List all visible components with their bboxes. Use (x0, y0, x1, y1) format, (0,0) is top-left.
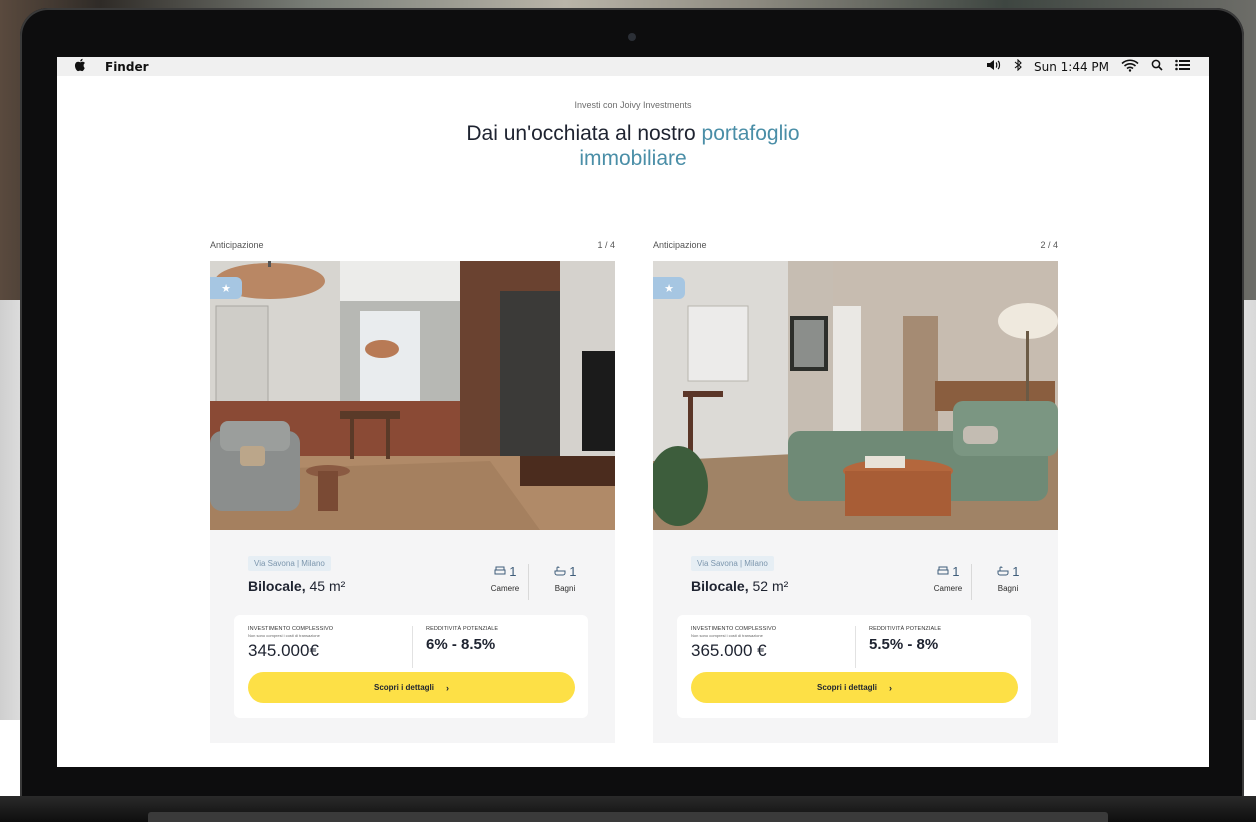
investment-divider (855, 626, 856, 668)
baths-count: 1 (569, 564, 577, 579)
card-counter: 2 / 4 (1040, 240, 1058, 250)
menu-clock[interactable]: Sun 1:44 PM (1034, 60, 1109, 74)
details-button-label: Scopri i dettagli (816, 683, 877, 692)
card-tag: Anticipazione (653, 240, 707, 250)
search-icon[interactable] (1151, 59, 1163, 74)
details-button[interactable]: Scopri i dettagli › (691, 672, 1018, 703)
investment-note: Non sono compresi i costi di transazione (691, 633, 763, 638)
laptop-base-lip (148, 812, 1108, 822)
investment-price: 365.000 € (691, 641, 767, 660)
list-icon[interactable] (1175, 59, 1191, 74)
star-icon: ★ (653, 277, 685, 299)
bed-icon (494, 566, 506, 575)
details-button[interactable]: Scopri i dettagli › (248, 672, 575, 703)
baths-feature: 1 Bagni (540, 564, 590, 593)
address-tag: Via Savona | Milano (248, 556, 331, 571)
bed-icon (937, 566, 949, 575)
menu-app-name[interactable]: Finder (105, 60, 149, 74)
baths-label: Bagni (997, 584, 1019, 593)
headline-accent-1: portafoglio (701, 122, 800, 145)
headline-accent-2: immobiliare (579, 147, 687, 170)
apple-logo-icon[interactable] (73, 58, 87, 76)
bathtub-icon (554, 566, 566, 576)
feature-divider (971, 564, 972, 600)
rooms-feature: 1 Camere (480, 564, 530, 593)
webcam (628, 33, 636, 41)
property-type: Bilocale, (248, 578, 306, 594)
property-size: 52 m² (748, 578, 789, 594)
card-tag: Anticipazione (210, 240, 264, 250)
property-title: Bilocale, 52 m² (691, 578, 788, 594)
chevron-right-icon: › (889, 682, 892, 693)
menu-bar: Finder Sun 1:44 PM (57, 57, 1209, 76)
investment-divider (412, 626, 413, 668)
property-card[interactable]: Anticipazione 2 / 4 ★ Via Savona | Milan… (653, 240, 1058, 743)
star-icon: ★ (210, 277, 242, 299)
investment-total: INVESTIMENTO COMPLESSIVO Non sono compre… (248, 626, 333, 661)
feature-divider (528, 564, 529, 600)
yield-label: REDDITIVITÀ POTENZIALE (426, 626, 499, 632)
property-photo[interactable]: ★ (653, 261, 1058, 530)
bathtub-icon (997, 566, 1009, 576)
rooms-feature: 1 Camere (923, 564, 973, 593)
card-counter: 1 / 4 (597, 240, 615, 250)
card-header: Anticipazione 1 / 4 (210, 240, 615, 261)
chevron-right-icon: › (446, 682, 449, 693)
property-type: Bilocale, (691, 578, 749, 594)
details-button-label: Scopri i dettagli (373, 683, 434, 692)
property-size: 45 m² (305, 578, 346, 594)
baths-feature: 1 Bagni (983, 564, 1033, 593)
card-info: Via Savona | Milano Bilocale, 52 m² 1 Ca… (653, 530, 1058, 743)
menu-status-area: Sun 1:44 PM (986, 58, 1191, 75)
hero-eyebrow: Investi con Joivy Investments (574, 100, 692, 110)
bluetooth-icon[interactable] (1014, 58, 1022, 74)
investment-note: Non sono compresi i costi di transazione (248, 633, 320, 638)
baths-count: 1 (1012, 564, 1020, 579)
yield-value: 5.5% - 8% (869, 636, 939, 653)
property-photo[interactable]: ★ (210, 261, 615, 530)
wifi-icon[interactable] (1121, 59, 1139, 75)
volume-icon[interactable] (986, 59, 1002, 74)
laptop-screen: Finder Sun 1:44 PM Investi con Joivy Inv… (57, 57, 1209, 767)
address-tag: Via Savona | Milano (691, 556, 774, 571)
potential-yield: REDDITIVITÀ POTENZIALE 5.5% - 8% (869, 626, 941, 653)
investment-box: INVESTIMENTO COMPLESSIVO Non sono compre… (677, 615, 1031, 718)
investment-label: INVESTIMENTO COMPLESSIVO (248, 626, 334, 632)
card-info: Via Savona | Milano Bilocale, 45 m² 1 Ca… (210, 530, 615, 743)
hero-headline: Dai un'occhiata al nostro portafoglio im… (57, 121, 1209, 171)
living-room-illustration (653, 261, 1058, 530)
investment-total: INVESTIMENTO COMPLESSIVO Non sono compre… (691, 626, 776, 661)
property-title: Bilocale, 45 m² (248, 578, 345, 594)
property-card[interactable]: Anticipazione 1 / 4 ★ Via Savona | Milan… (210, 240, 615, 743)
rooms-count: 1 (952, 564, 960, 579)
investment-price: 345.000€ (248, 641, 319, 660)
baths-label: Bagni (554, 584, 576, 593)
yield-label: REDDITIVITÀ POTENZIALE (869, 626, 942, 632)
card-header: Anticipazione 2 / 4 (653, 240, 1058, 261)
living-room-illustration (210, 261, 615, 530)
investment-box: INVESTIMENTO COMPLESSIVO Non sono compre… (234, 615, 588, 718)
rooms-label: Camere (490, 584, 520, 593)
yield-value: 6% - 8.5% (426, 636, 496, 653)
rooms-label: Camere (933, 584, 963, 593)
potential-yield: REDDITIVITÀ POTENZIALE 6% - 8.5% (426, 626, 498, 653)
headline-text: Dai un'occhiata al nostro (466, 122, 702, 145)
rooms-count: 1 (509, 564, 517, 579)
investment-label: INVESTIMENTO COMPLESSIVO (691, 626, 777, 632)
